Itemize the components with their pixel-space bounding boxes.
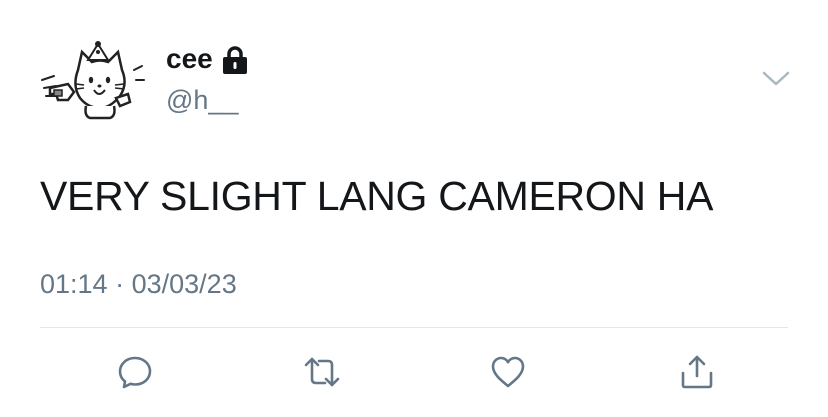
tweet-text: VERY SLIGHT LANG CAMERON HA xyxy=(40,173,714,219)
tweet-date: 03/03/23 xyxy=(131,269,237,299)
cat-avatar-icon xyxy=(41,41,145,120)
tweet-timestamp[interactable]: 01:14 · 03/03/23 xyxy=(40,266,237,302)
share-icon xyxy=(681,355,713,389)
reply-button[interactable] xyxy=(113,350,157,394)
chevron-down-icon[interactable] xyxy=(760,64,792,92)
divider xyxy=(40,327,788,328)
heart-icon xyxy=(491,356,525,388)
avatar[interactable] xyxy=(38,40,146,120)
lock-icon xyxy=(221,45,249,75)
reply-icon xyxy=(118,356,152,389)
display-name[interactable]: cee xyxy=(166,42,213,76)
timestamp-separator: · xyxy=(115,269,125,299)
user-handle[interactable]: @h__ xyxy=(166,84,238,116)
tweet-time: 01:14 xyxy=(40,269,108,299)
share-button[interactable] xyxy=(675,350,719,394)
retweet-button[interactable] xyxy=(300,350,344,394)
like-button[interactable] xyxy=(486,350,530,394)
retweet-icon xyxy=(304,357,340,387)
user-name-row: cee xyxy=(166,42,249,76)
